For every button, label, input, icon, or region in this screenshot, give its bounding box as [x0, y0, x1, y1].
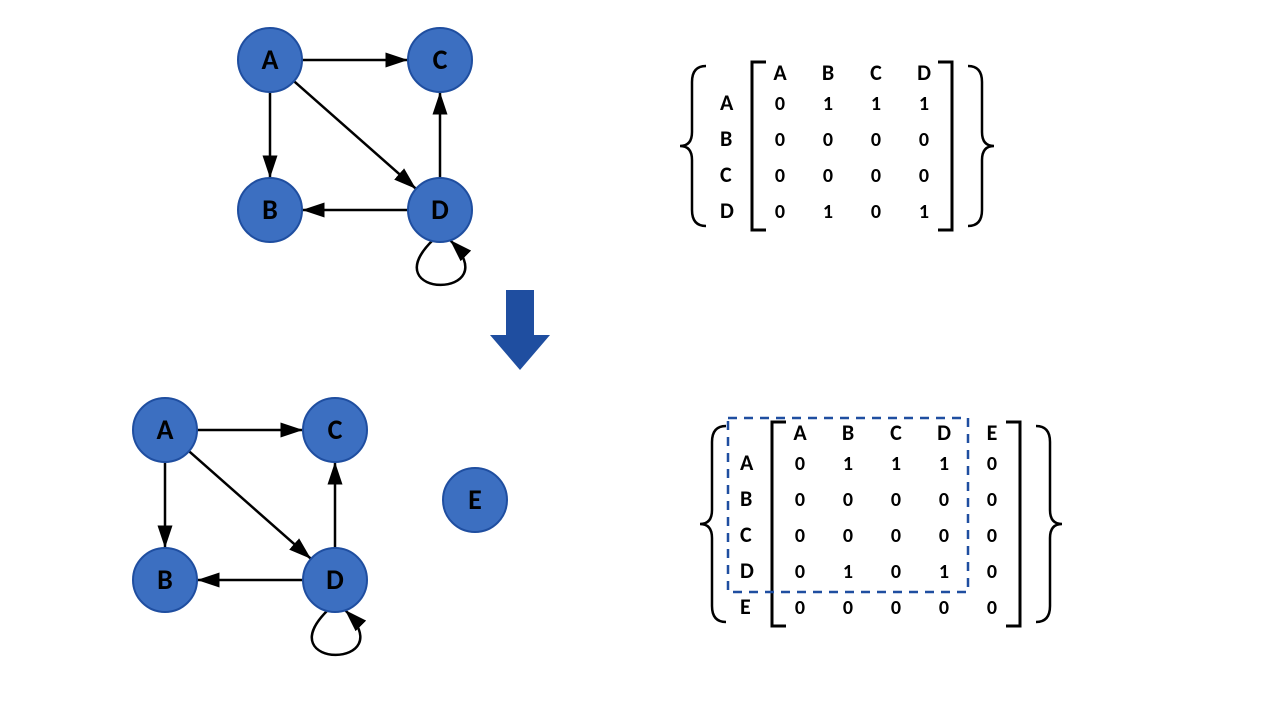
matrix-cell-B-A: 0 — [775, 128, 785, 152]
matrix-cell-D-C: 0 — [891, 560, 901, 584]
node-B-label: B — [157, 562, 173, 597]
matrix-row-A: A — [740, 449, 754, 476]
matrix-cell-C-D: 0 — [939, 524, 949, 548]
transition-arrow-icon — [490, 290, 550, 370]
matrix-cell-A-B: 1 — [823, 92, 833, 116]
node-E: E — [443, 468, 507, 532]
matrix-brace-right — [1036, 426, 1062, 622]
node-D-label: D — [431, 192, 449, 227]
matrix-cell-C-C: 0 — [871, 164, 881, 188]
matrix-cell-E-E: 0 — [987, 596, 997, 620]
edge-A-D — [294, 81, 416, 189]
matrix-cell-D-C: 0 — [871, 200, 881, 224]
matrix-cell-D-A: 0 — [775, 200, 785, 224]
matrix-cell-D-B: 1 — [843, 560, 853, 584]
matrix-cell-A-C: 1 — [891, 452, 901, 476]
matrix-brace-right — [968, 66, 994, 226]
edge-D-D — [417, 239, 465, 285]
node-D: D — [408, 178, 472, 242]
matrix-cell-A-C: 1 — [871, 92, 881, 116]
node-B: B — [238, 178, 302, 242]
matrix-cell-E-C: 0 — [891, 596, 901, 620]
node-D: D — [303, 548, 367, 612]
matrix-col-D: D — [917, 59, 931, 86]
matrix-cell-C-B: 0 — [823, 164, 833, 188]
matrix-col-A: A — [793, 419, 807, 446]
node-C: C — [408, 28, 472, 92]
matrix-cell-A-E: 0 — [987, 452, 997, 476]
matrix-cell-D-D: 1 — [939, 560, 949, 584]
graph-bottom: A B C D E — [133, 398, 507, 655]
matrix-row-C: C — [720, 161, 732, 188]
matrix-col-C: C — [890, 419, 902, 446]
matrix-bracket-left — [752, 62, 766, 230]
matrix-cell-A-B: 1 — [843, 452, 853, 476]
matrix-row-E: E — [740, 593, 751, 620]
matrix-cell-D-E: 0 — [987, 560, 997, 584]
matrix-col-C: C — [870, 59, 882, 86]
matrix-col-D: D — [937, 419, 951, 446]
node-C-label: C — [328, 412, 343, 447]
node-A-label: A — [157, 412, 174, 447]
matrix-cell-B-B: 0 — [823, 128, 833, 152]
matrix-cell-C-D: 0 — [919, 164, 929, 188]
matrix-cell-C-B: 0 — [843, 524, 853, 548]
node-A: A — [133, 398, 197, 462]
node-A-label: A — [262, 42, 279, 77]
matrix-cell-E-A: 0 — [795, 596, 805, 620]
matrix-col-B: B — [842, 419, 854, 446]
node-A: A — [238, 28, 302, 92]
matrix-cell-A-A: 0 — [795, 452, 805, 476]
matrix-cell-E-D: 0 — [939, 596, 949, 620]
matrix-cell-C-A: 0 — [775, 164, 785, 188]
matrix-row-D: D — [740, 557, 754, 584]
matrix-cell-A-D: 1 — [939, 452, 949, 476]
edge-A-D — [189, 451, 311, 559]
matrix-cell-D-B: 1 — [823, 200, 833, 224]
matrix-row-A: A — [720, 89, 734, 116]
matrix-brace-left — [680, 66, 706, 226]
node-C-label: C — [433, 42, 448, 77]
matrix-cell-C-A: 0 — [795, 524, 805, 548]
matrix-bracket-right — [938, 62, 952, 230]
matrix-cell-C-C: 0 — [891, 524, 901, 548]
matrix-row-B: B — [720, 125, 732, 152]
matrix-col-A: A — [773, 59, 787, 86]
node-B-label: B — [262, 192, 278, 227]
edge-D-D — [312, 609, 360, 655]
matrix-col-E: E — [987, 419, 998, 446]
matrix-cell-B-E: 0 — [987, 488, 997, 512]
matrix-top: ABCDA0111B0000C0000D0101 — [680, 59, 994, 230]
matrix-row-B: B — [740, 485, 752, 512]
matrix-cell-B-C: 0 — [891, 488, 901, 512]
node-E-label: E — [468, 482, 482, 517]
matrix-cell-C-E: 0 — [987, 524, 997, 548]
matrix-bracket-left — [772, 422, 786, 626]
matrix-cell-A-D: 1 — [919, 92, 929, 116]
matrix-cell-D-A: 0 — [795, 560, 805, 584]
matrix-row-D: D — [720, 197, 734, 224]
node-B: B — [133, 548, 197, 612]
matrix-bracket-right — [1006, 422, 1020, 626]
matrix-cell-D-D: 1 — [919, 200, 929, 224]
matrix-cell-A-A: 0 — [775, 92, 785, 116]
matrix-cell-B-D: 0 — [939, 488, 949, 512]
matrix-col-B: B — [822, 59, 834, 86]
matrix-cell-B-D: 0 — [919, 128, 929, 152]
matrix-cell-B-C: 0 — [871, 128, 881, 152]
node-C: C — [303, 398, 367, 462]
matrix-brace-left — [700, 426, 726, 622]
graph-top: A B C D — [238, 28, 472, 285]
matrix-row-C: C — [740, 521, 752, 548]
matrix-cell-E-B: 0 — [843, 596, 853, 620]
matrix-bottom: ABCDEA01110B00000C00000D01010E00000 — [700, 418, 1062, 626]
node-D-label: D — [326, 562, 344, 597]
matrix-cell-B-A: 0 — [795, 488, 805, 512]
matrix-cell-B-B: 0 — [843, 488, 853, 512]
